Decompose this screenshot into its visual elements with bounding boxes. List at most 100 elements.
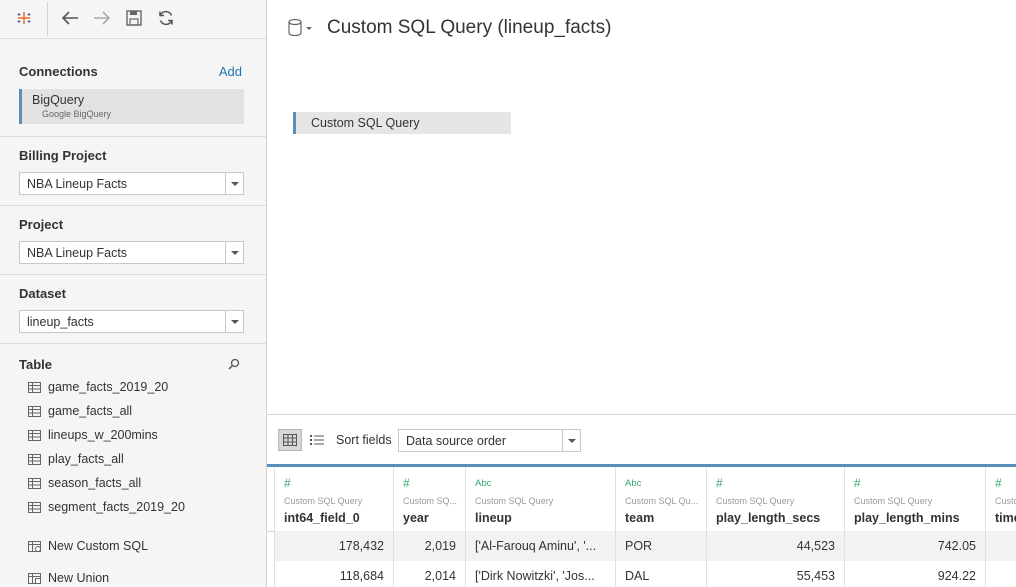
grid-toolbar: Sort fields Data source order	[267, 414, 1016, 464]
toolbar	[0, 0, 266, 38]
connection-item-bigquery[interactable]: BigQuery Google BigQuery	[19, 89, 244, 124]
chevron-down-icon[interactable]	[225, 311, 243, 332]
column-header[interactable]: Abc Custom SQL Query lineup	[466, 467, 615, 531]
column-source: Custom SQL Query	[854, 496, 933, 506]
connections-title: Connections	[19, 64, 98, 79]
divider	[0, 205, 266, 206]
table-cell[interactable]: 44,523	[707, 531, 844, 561]
column-source: Custom SQL Qu...	[625, 496, 699, 506]
column-name[interactable]: lineup	[475, 511, 512, 525]
grid-column-team[interactable]: Abc Custom SQL Qu... team POR DAL	[616, 467, 707, 587]
table-cell[interactable]: 742.05	[845, 531, 985, 561]
table-cell[interactable]	[986, 561, 1016, 587]
table-cell[interactable]: 55,453	[707, 561, 844, 587]
forward-icon[interactable]	[90, 6, 114, 30]
string-type-icon[interactable]: Abc	[625, 478, 641, 489]
page-title[interactable]: Custom SQL Query (lineup_facts)	[327, 17, 611, 39]
project-select[interactable]: NBA Lineup Facts	[19, 241, 244, 264]
table-icon	[28, 453, 41, 465]
table-item-season-facts-all[interactable]: season_facts_all	[28, 473, 141, 493]
number-type-icon[interactable]: #	[403, 476, 410, 490]
add-connection-link[interactable]: Add	[219, 64, 242, 79]
query-pill-label: Custom SQL Query	[311, 116, 420, 130]
column-source: Custom SQL Query	[716, 496, 795, 506]
grid-view-icon[interactable]	[278, 429, 302, 451]
number-type-icon[interactable]: #	[716, 476, 723, 490]
billing-project-select[interactable]: NBA Lineup Facts	[19, 172, 244, 195]
column-header[interactable]: # Custo time	[986, 467, 1016, 531]
number-type-icon[interactable]: #	[854, 476, 861, 490]
billing-project-title: Billing Project	[19, 148, 107, 163]
table-item-game-facts-2019-20[interactable]: game_facts_2019_20	[28, 377, 168, 397]
column-source: Custom SQL Query	[475, 496, 554, 506]
tableau-logo-icon[interactable]	[12, 6, 36, 30]
table-cell[interactable]: ['Al-Farouq Aminu', '...	[466, 531, 615, 561]
grid-column-year[interactable]: # Custom SQ... year 2,019 2,014	[394, 467, 466, 587]
table-item-segment-facts-2019-20[interactable]: segment_facts_2019_20	[28, 497, 185, 517]
column-header[interactable]: # Custom SQL Query int64_field_0	[275, 467, 393, 531]
column-name[interactable]: play_length_mins	[854, 511, 960, 525]
table-item-game-facts-all[interactable]: game_facts_all	[28, 401, 132, 421]
table-cell[interactable]: POR	[616, 531, 706, 561]
new-union-item[interactable]: New Union	[28, 568, 109, 587]
grid-column-play-length-secs[interactable]: # Custom SQL Query play_length_secs 44,5…	[707, 467, 845, 587]
table-item-play-facts-all[interactable]: play_facts_all	[28, 449, 124, 469]
column-name[interactable]: int64_field_0	[284, 511, 360, 525]
column-source: Custom SQ...	[403, 496, 458, 506]
chevron-down-icon[interactable]	[225, 242, 243, 263]
grid-column-int64-field-0[interactable]: # Custom SQL Query int64_field_0 178,432…	[275, 467, 394, 587]
number-type-icon[interactable]: #	[995, 476, 1002, 490]
column-name[interactable]: play_length_secs	[716, 511, 820, 525]
union-icon	[28, 572, 41, 584]
table-item-label: lineups_w_200mins	[48, 428, 158, 442]
column-header[interactable]: # Custom SQL Query play_length_mins	[845, 467, 985, 531]
save-icon[interactable]	[122, 6, 146, 30]
dataset-title: Dataset	[19, 286, 66, 301]
dataset-value: lineup_facts	[27, 315, 94, 329]
refresh-icon[interactable]	[154, 6, 178, 30]
dataset-select[interactable]: lineup_facts	[19, 310, 244, 333]
table-cell[interactable]: 178,432	[275, 531, 393, 561]
list-view-icon[interactable]	[305, 429, 329, 451]
chevron-down-icon[interactable]	[225, 173, 243, 194]
column-name[interactable]: time	[995, 511, 1016, 525]
grid-column-lineup[interactable]: Abc Custom SQL Query lineup ['Al-Farouq …	[466, 467, 616, 587]
table-item-label: game_facts_all	[48, 404, 133, 418]
table-title: Table	[19, 357, 52, 372]
database-icon[interactable]	[287, 18, 313, 43]
search-icon[interactable]	[228, 357, 240, 375]
connection-name: BigQuery	[32, 93, 85, 107]
column-header[interactable]: # Custom SQL Query play_length_secs	[707, 467, 844, 531]
table-cell[interactable]: 924.22	[845, 561, 985, 587]
data-grid: # Custom SQL Query int64_field_0 178,432…	[267, 464, 1016, 587]
table-cell[interactable]: 2,014	[394, 561, 465, 587]
number-type-icon[interactable]: #	[284, 476, 291, 490]
column-name[interactable]: team	[625, 511, 654, 525]
back-icon[interactable]	[58, 6, 82, 30]
table-cell[interactable]	[986, 531, 1016, 561]
sidebar: Connections Add BigQuery Google BigQuery…	[0, 0, 267, 587]
column-name[interactable]: year	[403, 511, 429, 525]
new-custom-sql-item[interactable]: New Custom SQL	[28, 536, 148, 556]
table-item-label: game_facts_2019_20	[48, 380, 169, 394]
table-item-lineups-w-200mins[interactable]: lineups_w_200mins	[28, 425, 158, 445]
grid-column-play-length-mins[interactable]: # Custom SQL Query play_length_mins 742.…	[845, 467, 986, 587]
custom-sql-query-pill[interactable]: Custom SQL Query	[293, 112, 511, 134]
table-cell[interactable]: ['Dirk Nowitzki', 'Jos...	[466, 561, 615, 587]
column-header[interactable]: Abc Custom SQL Qu... team	[616, 467, 706, 531]
grid-column-time[interactable]: # Custo time	[986, 467, 1016, 587]
table-icon	[28, 405, 41, 417]
divider	[0, 38, 266, 39]
connection-subtitle: Google BigQuery	[42, 109, 112, 119]
table-icon	[28, 429, 41, 441]
new-union-label: New Union	[48, 571, 110, 585]
sort-fields-select[interactable]: Data source order	[398, 429, 581, 452]
grid-row-gutter	[267, 467, 275, 587]
table-cell[interactable]: 118,684	[275, 561, 393, 587]
chevron-down-icon[interactable]	[562, 430, 580, 451]
table-cell[interactable]: DAL	[616, 561, 706, 587]
string-type-icon[interactable]: Abc	[475, 478, 491, 489]
table-icon	[28, 477, 41, 489]
table-cell[interactable]: 2,019	[394, 531, 465, 561]
column-header[interactable]: # Custom SQ... year	[394, 467, 465, 531]
